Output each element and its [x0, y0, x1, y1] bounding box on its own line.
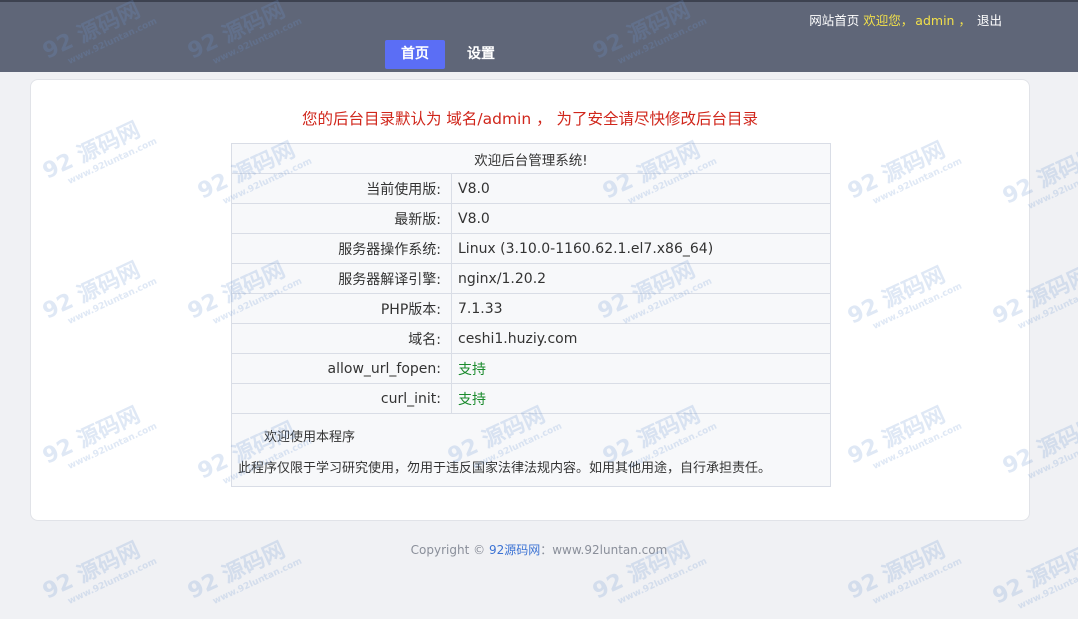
- table-header-row: 欢迎后台管理系统!: [231, 143, 831, 174]
- table-footer-row: 欢迎使用本程序 此程序仅限于学习研究使用，勿用于违反国家法律法规内容。如用其他用…: [231, 413, 831, 487]
- admin-dir-notice: 您的后台目录默认为 域名/admin ， 为了安全请尽快修改后台目录: [301, 110, 759, 128]
- row-value: V8.0: [451, 173, 831, 204]
- row-value: ceshi1.huziy.com: [451, 323, 831, 354]
- table-row: 服务器操作系统: Linux (3.10.0-1160.62.1.el7.x86…: [231, 233, 831, 264]
- row-value-supported: 支持: [451, 353, 831, 384]
- row-value: 7.1.33: [451, 293, 831, 324]
- site-home-link[interactable]: 网站首页: [809, 10, 859, 29]
- disclaimer-title: 欢迎使用本程序: [264, 430, 356, 445]
- main-nav: 首页 设置: [385, 40, 511, 69]
- row-value-supported: 支持: [451, 383, 831, 414]
- row-label: 当前使用版:: [231, 173, 452, 204]
- table-title: 欢迎后台管理系统!: [231, 143, 831, 174]
- row-label: 服务器解译引擎:: [231, 263, 452, 294]
- copyright-prefix: Copyright ©: [410, 543, 489, 557]
- table-row: 当前使用版: V8.0: [231, 173, 831, 204]
- row-label: allow_url_fopen:: [231, 353, 452, 384]
- table-row: 服务器解译引擎: nginx/1.20.2: [231, 263, 831, 294]
- disclaimer-text: 此程序仅限于学习研究使用，勿用于违反国家法律法规内容。如用其他用途，自行承担责任…: [238, 461, 772, 476]
- username-link[interactable]: admin: [915, 13, 954, 28]
- tab-home[interactable]: 首页: [385, 40, 445, 69]
- row-value: V8.0: [451, 203, 831, 234]
- welcome-text: 欢迎您，: [863, 13, 914, 28]
- row-label: 服务器操作系统:: [231, 233, 452, 264]
- table-row: PHP版本: 7.1.33: [231, 293, 831, 324]
- site-name-link[interactable]: 92源码网: [489, 543, 540, 557]
- table-row: curl_init: 支持: [231, 383, 831, 414]
- table-row: allow_url_fopen: 支持: [231, 353, 831, 384]
- row-label: PHP版本:: [231, 293, 452, 324]
- row-label: curl_init:: [231, 383, 452, 414]
- row-value: Linux (3.10.0-1160.62.1.el7.x86_64): [451, 233, 831, 264]
- row-value: nginx/1.20.2: [451, 263, 831, 294]
- tab-settings[interactable]: 设置: [451, 40, 511, 69]
- main-panel: 您的后台目录默认为 域名/admin ， 为了安全请尽快修改后台目录 欢迎后台管…: [30, 79, 1030, 521]
- disclaimer-cell: 欢迎使用本程序 此程序仅限于学习研究使用，勿用于违反国家法律法规内容。如用其他用…: [231, 413, 831, 487]
- system-info-table: 欢迎后台管理系统! 当前使用版: V8.0 最新版: V8.0 服务器操作系统:…: [231, 143, 831, 487]
- top-header: 网站首页 欢迎您， admin ， 退出 首页 设置: [0, 0, 1078, 72]
- copyright-url: ：www.92luntan.com: [540, 543, 668, 557]
- row-label: 最新版:: [231, 203, 452, 234]
- separator: ，: [958, 13, 971, 28]
- table-row: 最新版: V8.0: [231, 203, 831, 234]
- row-label: 域名:: [231, 323, 452, 354]
- copyright-footer: Copyright © 92源码网：www.92luntan.com: [0, 541, 1078, 558]
- logout-link[interactable]: 退出: [977, 10, 1002, 29]
- top-links: 网站首页 欢迎您， admin ， 退出: [809, 10, 1002, 29]
- table-row: 域名: ceshi1.huziy.com: [231, 323, 831, 354]
